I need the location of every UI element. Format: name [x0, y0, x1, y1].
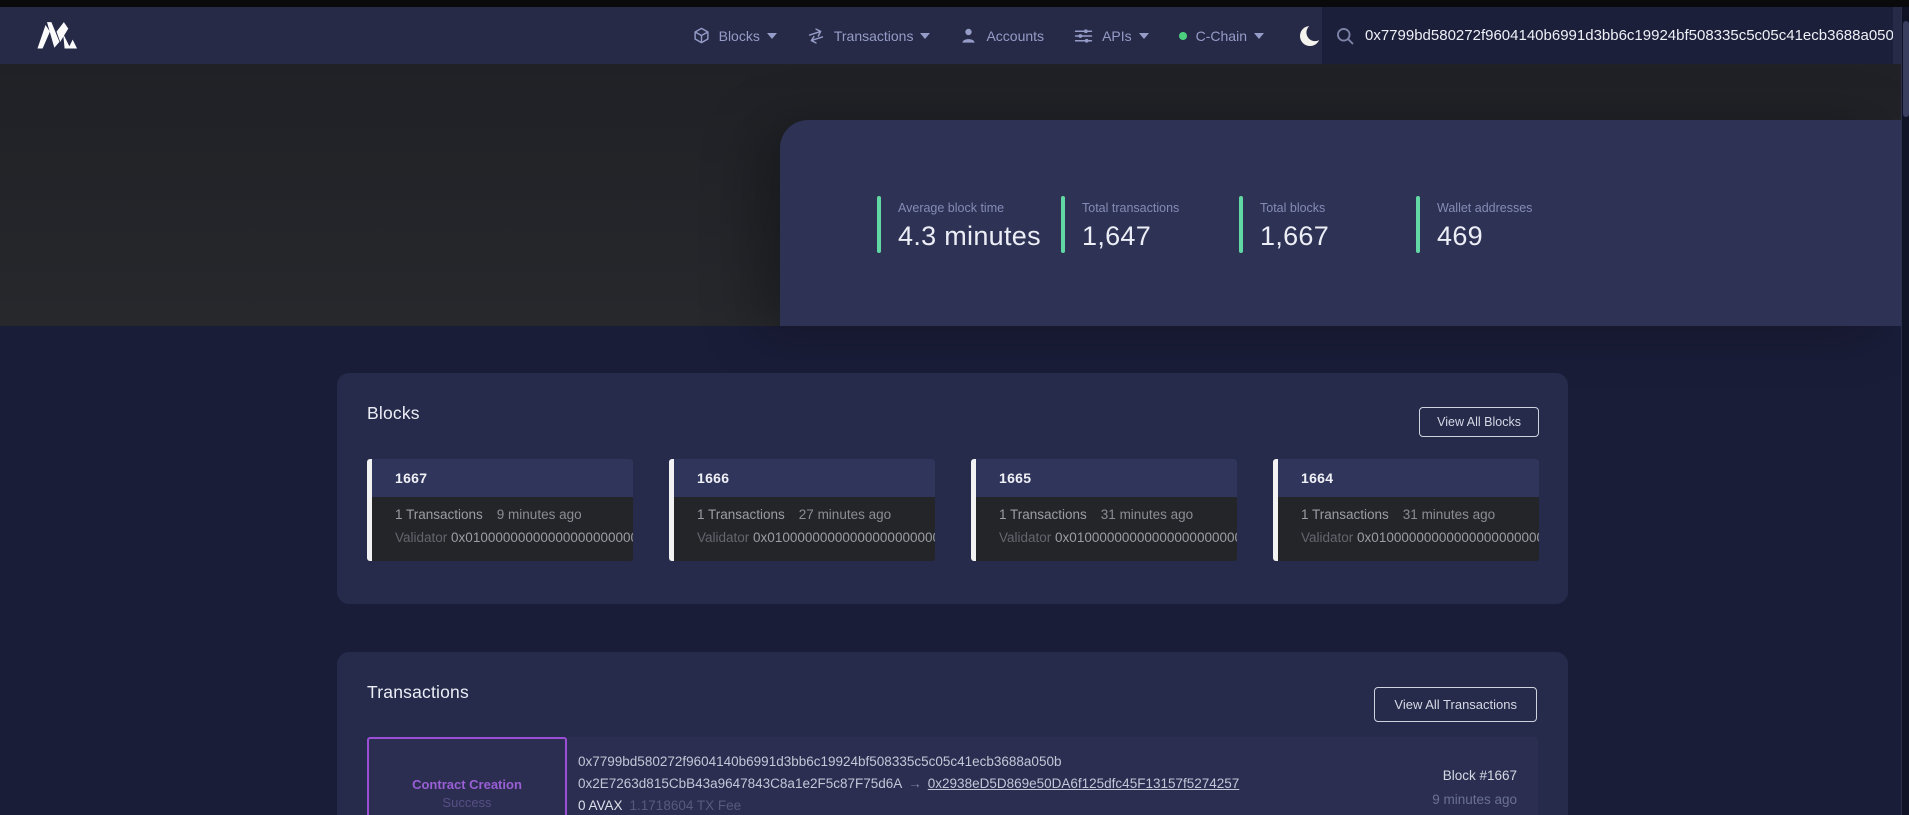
chain-status-dot	[1179, 32, 1187, 40]
hero-section: Average block time 4.3 minutes Total tra…	[0, 64, 1901, 326]
transaction-row[interactable]: Contract Creation Success 0x7799bd580272…	[367, 737, 1538, 815]
transaction-amount: 0 AVAX	[578, 798, 623, 813]
validator-label: Validator	[999, 530, 1051, 545]
sliders-icon	[1074, 28, 1093, 44]
chevron-down-icon	[1254, 33, 1264, 39]
transaction-type-badge: Contract Creation Success	[367, 737, 567, 815]
nav-item-apis[interactable]: APIs	[1074, 28, 1149, 44]
cube-icon	[693, 27, 710, 44]
transaction-hash: 0x7799bd580272f9604140b6991d3bb6c19924bf…	[578, 751, 1239, 773]
stat-label: Wallet addresses	[1437, 196, 1532, 215]
block-card-row: 1667 1 Transactions 9 minutes ago Validat…	[367, 459, 1539, 561]
from-address: 0x2E7263d815CbB43a9647843C8a1e2F5c87F75d…	[578, 776, 902, 791]
stat-value: 4.3 minutes	[898, 221, 1041, 252]
validator-label: Validator	[1301, 530, 1353, 545]
stat-accent-bar	[1416, 196, 1420, 253]
stat-accent-bar	[1239, 196, 1243, 253]
stat-label: Total blocks	[1260, 196, 1329, 215]
search-input[interactable]	[1365, 27, 1893, 44]
window-top-strip	[0, 0, 1909, 7]
stat-accent-bar	[877, 196, 881, 253]
nav-item-transactions[interactable]: Transactions	[807, 28, 931, 44]
block-age: 31 minutes ago	[1403, 507, 1495, 522]
block-tx-count: 1 Transactions	[999, 507, 1087, 522]
block-card-1665[interactable]: 1665 1 Transactions 31 minutes ago Valida…	[971, 459, 1237, 561]
transaction-block-link[interactable]: Block #1667	[1432, 768, 1517, 783]
validator-address: 0x0100000000000000000000000...	[1357, 530, 1539, 545]
block-card-1666[interactable]: 1666 1 Transactions 27 minutes ago Valida…	[669, 459, 935, 561]
transactions-section: Transactions View All Transactions Contr…	[337, 652, 1568, 815]
stat-value: 1,647	[1082, 221, 1179, 252]
stat-average-block-time: Average block time 4.3 minutes	[877, 196, 1041, 253]
block-card-1667[interactable]: 1667 1 Transactions 9 minutes ago Validat…	[367, 459, 633, 561]
search-icon	[1335, 26, 1355, 46]
blocks-section-title: Blocks	[367, 403, 420, 424]
nav-item-blocks[interactable]: Blocks	[693, 27, 777, 44]
transaction-age: 9 minutes ago	[1432, 792, 1517, 807]
block-card-1664[interactable]: 1664 1 Transactions 31 minutes ago Valida…	[1273, 459, 1539, 561]
nav-item-label: Accounts	[986, 28, 1044, 44]
view-all-transactions-button[interactable]: View All Transactions	[1374, 687, 1537, 722]
stat-wallet-addresses: Wallet addresses 469	[1416, 196, 1532, 253]
explorer-homepage: Blocks Transactions Accounts	[0, 0, 1909, 815]
block-age: 31 minutes ago	[1101, 507, 1193, 522]
stat-total-transactions: Total transactions 1,647	[1061, 196, 1179, 253]
to-address-link[interactable]: 0x2938eD5D869e50DA6f125dfc45F13157f52742…	[928, 776, 1240, 791]
scrollbar-thumb[interactable]	[1903, 21, 1909, 117]
block-age: 9 minutes ago	[497, 507, 582, 522]
stat-label: Average block time	[898, 196, 1041, 215]
navbar: Blocks Transactions Accounts	[0, 7, 1901, 64]
blocks-section: Blocks View All Blocks 1667 1 Transactio…	[337, 373, 1568, 604]
chevron-down-icon	[920, 33, 930, 39]
transaction-block-info: Block #1667 9 minutes ago	[1432, 768, 1517, 807]
stat-value: 1,667	[1260, 221, 1329, 252]
swap-arrows-icon	[805, 25, 827, 46]
block-age: 27 minutes ago	[799, 507, 891, 522]
block-number: 1664	[1301, 470, 1333, 486]
search-box	[1322, 7, 1893, 64]
nav-item-label: C-Chain	[1196, 28, 1247, 44]
validator-address: 0x0100000000000000000000000...	[1055, 530, 1237, 545]
moon-icon[interactable]	[1298, 23, 1324, 49]
nav-item-label: APIs	[1102, 28, 1132, 44]
vertical-scrollbar[interactable]	[1901, 7, 1909, 815]
nav-menu: Blocks Transactions Accounts	[693, 7, 1324, 64]
validator-address: 0x0100000000000000000000000...	[753, 530, 935, 545]
person-icon	[960, 27, 977, 44]
validator-label: Validator	[697, 530, 749, 545]
avalanche-logo[interactable]	[36, 19, 80, 53]
nav-item-label: Blocks	[719, 28, 760, 44]
block-number: 1665	[999, 470, 1031, 486]
transaction-type: Contract Creation	[412, 777, 522, 792]
transaction-details: 0x7799bd580272f9604140b6991d3bb6c19924bf…	[578, 751, 1239, 815]
transactions-section-title: Transactions	[367, 682, 469, 703]
block-tx-count: 1 Transactions	[697, 507, 785, 522]
transaction-fee: 1.1718604 TX Fee	[630, 798, 742, 813]
validator-label: Validator	[395, 530, 447, 545]
arrow-right-icon: →	[902, 776, 928, 791]
view-all-blocks-button[interactable]: View All Blocks	[1419, 407, 1539, 437]
transaction-status: Success	[442, 795, 491, 810]
block-number: 1667	[395, 470, 427, 486]
nav-item-chain-selector[interactable]: C-Chain	[1179, 28, 1264, 44]
stat-accent-bar	[1061, 196, 1065, 253]
stats-panel: Average block time 4.3 minutes Total tra…	[780, 120, 1901, 326]
stat-label: Total transactions	[1082, 196, 1179, 215]
validator-address: 0x0100000000000000000000000...	[451, 530, 633, 545]
stat-value: 469	[1437, 221, 1532, 252]
nav-item-label: Transactions	[834, 28, 914, 44]
block-number: 1666	[697, 470, 729, 486]
nav-item-accounts[interactable]: Accounts	[960, 27, 1044, 44]
block-tx-count: 1 Transactions	[1301, 507, 1389, 522]
chevron-down-icon	[1139, 33, 1149, 39]
chevron-down-icon	[767, 33, 777, 39]
stat-total-blocks: Total blocks 1,667	[1239, 196, 1329, 253]
block-tx-count: 1 Transactions	[395, 507, 483, 522]
